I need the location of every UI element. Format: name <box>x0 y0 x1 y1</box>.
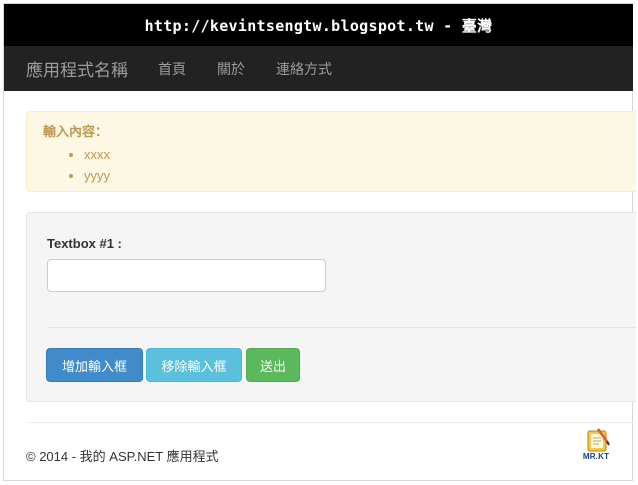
page: http://kevintsengtw.blogspot.tw - 臺灣 應用程… <box>0 0 638 485</box>
add-input-button[interactable]: 增加輸入框 <box>46 348 143 382</box>
logo-text: MR.KT <box>582 452 610 461</box>
alert-list: xxxx yyyy <box>43 144 636 186</box>
mrkt-logo: MR.KT <box>574 425 618 473</box>
nav-link-about[interactable]: 關於 <box>217 59 245 79</box>
notebook-pencil-icon <box>587 428 610 452</box>
list-item: yyyy <box>84 165 636 186</box>
footer-divider <box>26 422 636 423</box>
remove-input-button[interactable]: 移除輸入框 <box>146 348 242 382</box>
nav-link-contact[interactable]: 連絡方式 <box>276 59 332 79</box>
navbar-brand[interactable]: 應用程式名稱 <box>26 56 128 81</box>
list-item: xxxx <box>84 144 636 165</box>
form-well: Textbox #1 : 增加輸入框 移除輸入框 送出 <box>26 212 637 402</box>
textbox-1-label: Textbox #1 : <box>47 236 122 251</box>
url-watermark-text: http://kevintsengtw.blogspot.tw - 臺灣 <box>144 16 493 35</box>
alert-title: 輸入內容： <box>43 124 109 139</box>
form-divider <box>47 327 637 328</box>
top-navbar: 應用程式名稱 首頁 關於 連絡方式 <box>4 46 633 91</box>
submit-button[interactable]: 送出 <box>246 348 300 382</box>
url-watermark-banner: http://kevintsengtw.blogspot.tw - 臺灣 <box>4 4 633 46</box>
input-content-alert: 輸入內容： xxxx yyyy <box>26 111 636 192</box>
textbox-1-input[interactable] <box>47 259 326 292</box>
footer-copyright: © 2014 - 我的 ASP.NET 應用程式 <box>26 449 219 464</box>
nav-link-home[interactable]: 首頁 <box>158 59 186 79</box>
